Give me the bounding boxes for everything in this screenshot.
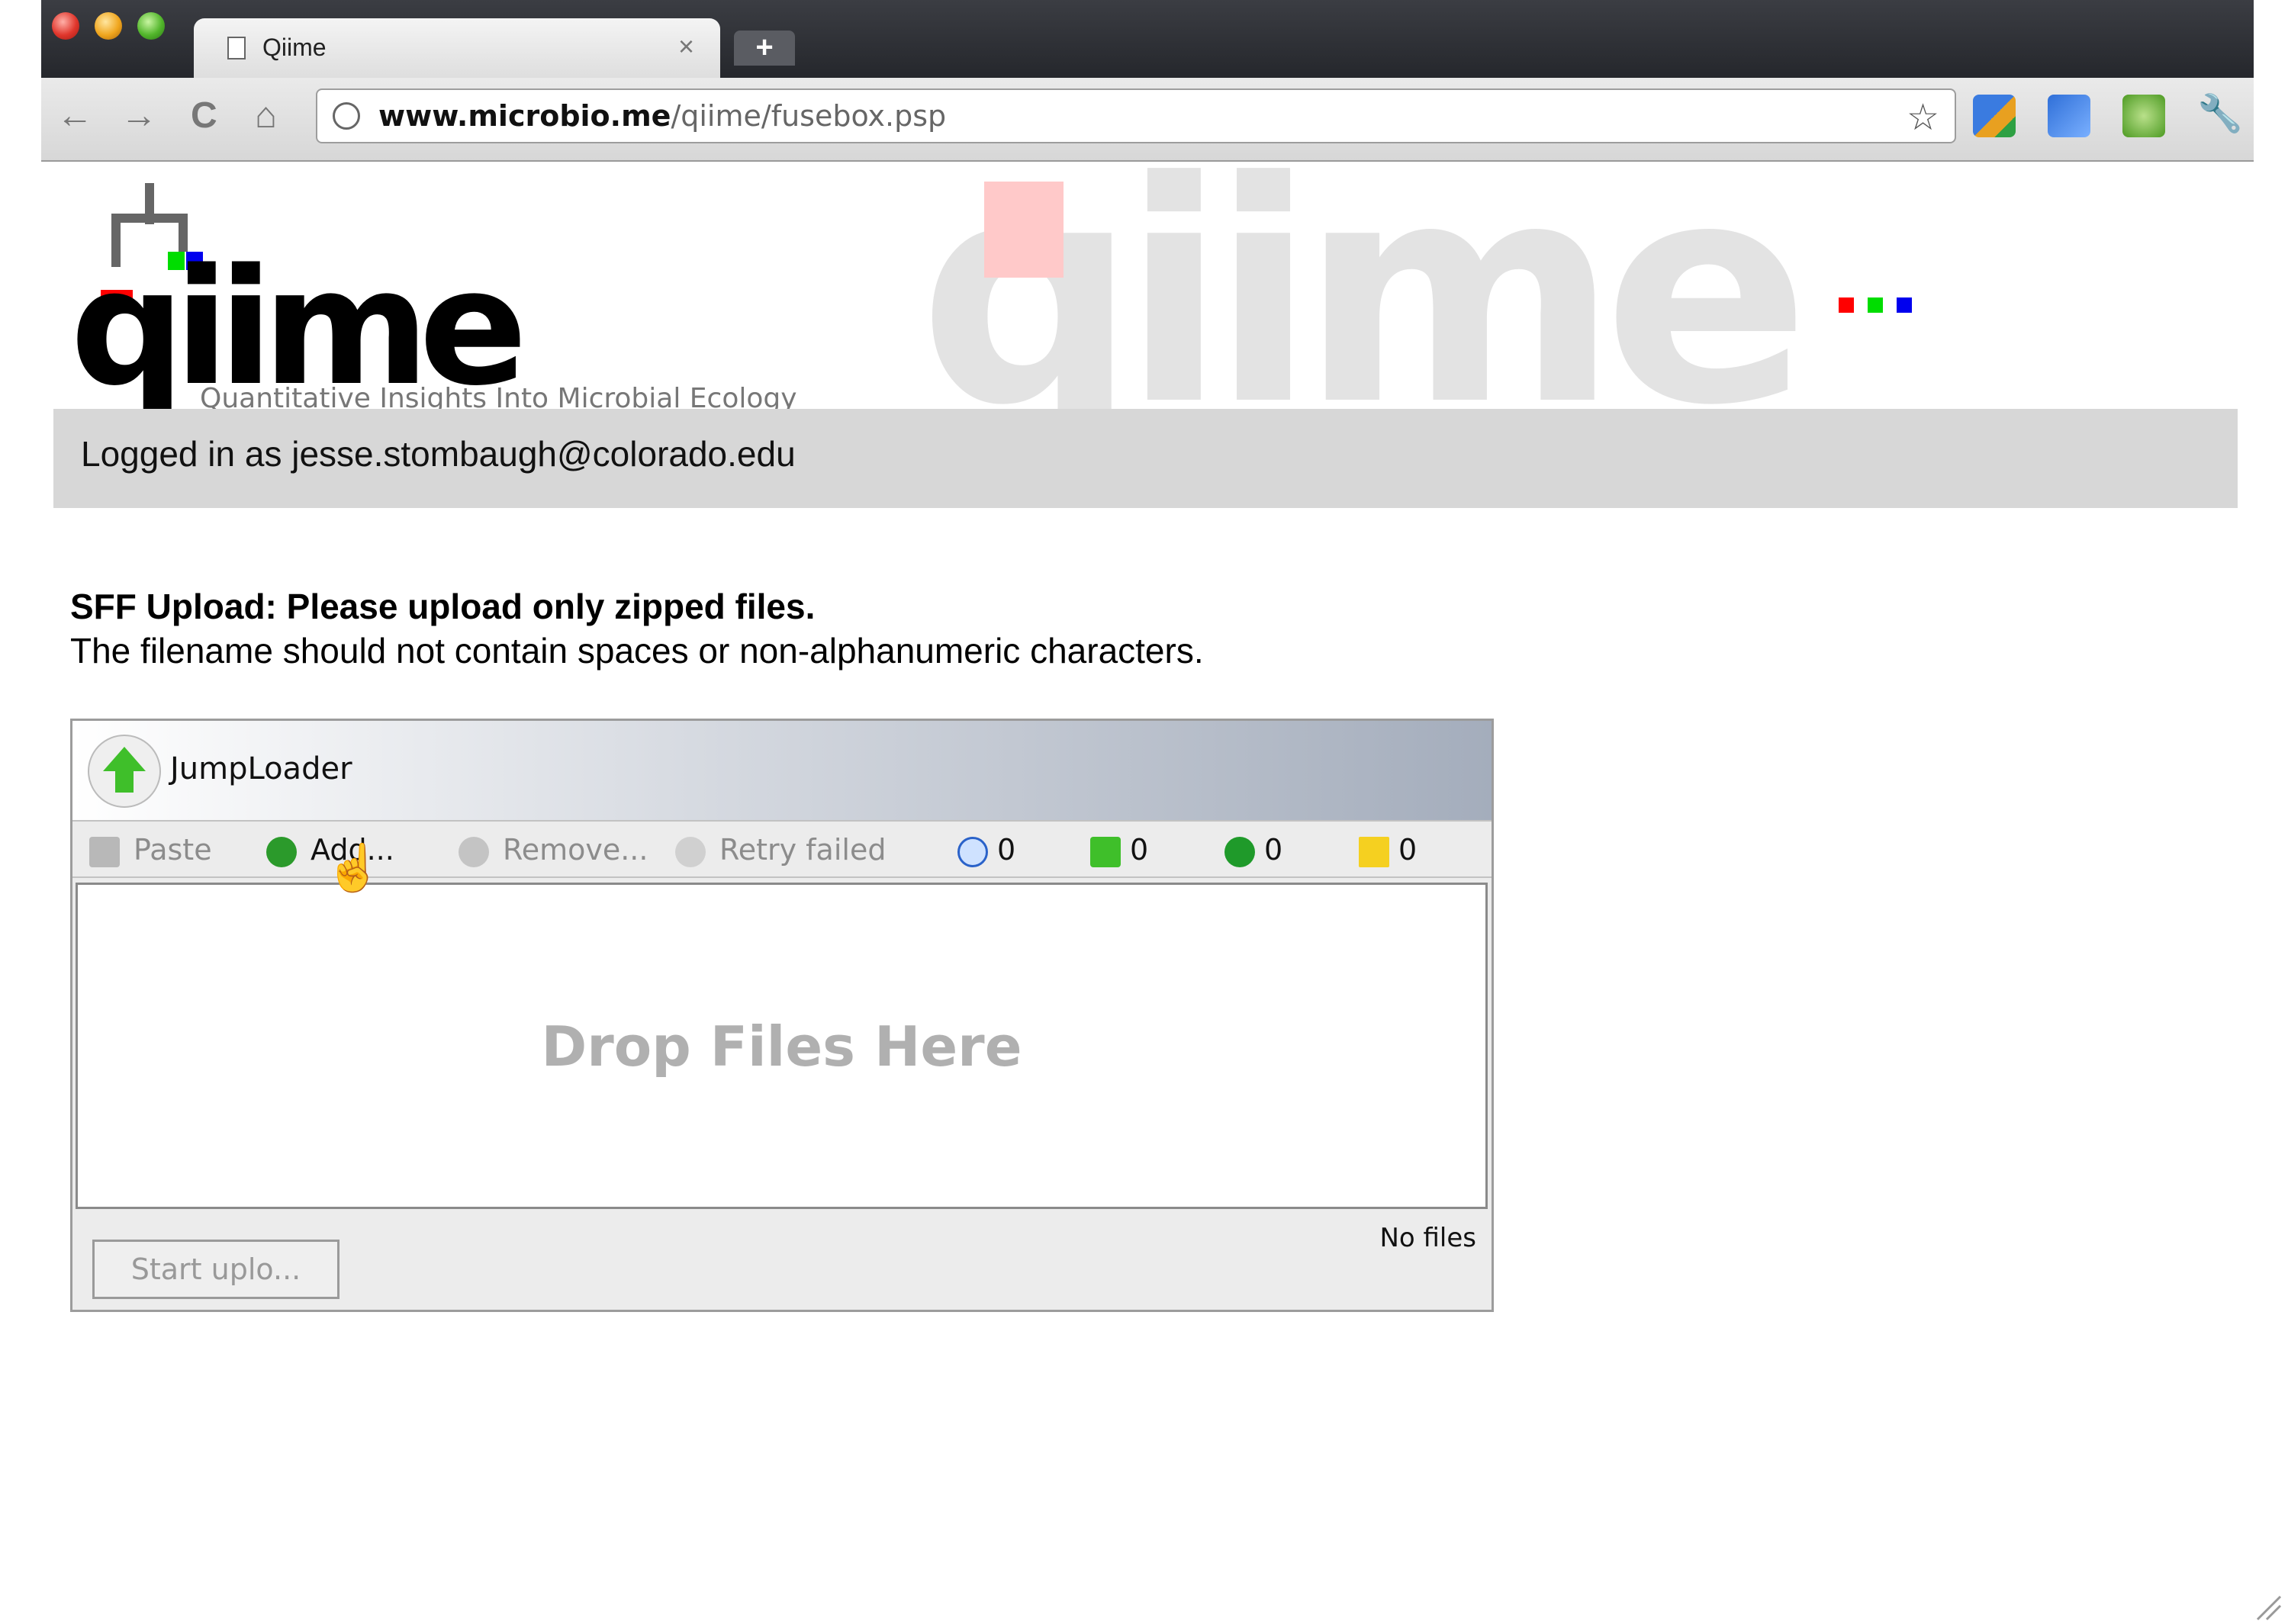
url-host: www.microbio.me xyxy=(378,99,671,133)
watermark-accent-pink xyxy=(984,182,1064,278)
upload-note: The filename should not contain spaces o… xyxy=(70,631,1204,671)
jumploader-toolbar: Paste Add... Remove... Retry failed 0 0 xyxy=(72,820,1492,878)
google-extension-icon[interactable] xyxy=(1973,95,2016,137)
zoom-window-button[interactable] xyxy=(137,12,165,40)
globe-icon xyxy=(333,102,360,130)
file-status: No files xyxy=(1379,1223,1476,1253)
paste-label: Paste xyxy=(134,833,212,867)
tab-qiime[interactable]: Qiime × xyxy=(194,18,720,78)
reload-icon[interactable]: C xyxy=(191,98,217,134)
jumploader-logo-icon xyxy=(88,735,161,808)
hand-cursor-icon: ☝ xyxy=(325,842,382,893)
paste-button[interactable]: Paste xyxy=(89,831,212,869)
pending-counter: 0 xyxy=(957,831,1015,869)
failed-counter: 0 xyxy=(1359,831,1417,869)
accent-square-blue xyxy=(1897,297,1912,313)
title-bar: Qiime × + xyxy=(41,0,2254,78)
logo-tree-branch xyxy=(111,214,188,223)
retry-icon xyxy=(675,836,706,867)
remove-label: Remove... xyxy=(503,833,648,867)
document-icon xyxy=(227,37,246,59)
url-path: /qiime/fusebox.psp xyxy=(671,99,947,133)
qiime-logo: qiime Quantitative Insights Into Microbi… xyxy=(70,183,833,421)
login-bar: Logged in as jesse.stombaugh@colorado.ed… xyxy=(53,409,2238,508)
home-icon[interactable]: ⌂ xyxy=(255,98,277,134)
new-tab-button[interactable]: + xyxy=(734,31,795,66)
drop-zone[interactable]: Drop Files Here xyxy=(76,883,1488,1209)
page-content: qiime qiime Quantitative Insights Into M… xyxy=(41,143,2254,1624)
retry-failed-button[interactable]: Retry failed xyxy=(675,831,886,869)
url-text: www.microbio.me/qiime/fusebox.psp xyxy=(378,99,946,133)
resize-grip-icon[interactable] xyxy=(2251,1590,2282,1621)
check-circle-icon xyxy=(1224,836,1255,867)
uploading-count: 0 xyxy=(1130,833,1149,867)
pending-count: 0 xyxy=(997,833,1016,867)
windows-extension-icon[interactable] xyxy=(2048,95,2090,137)
logged-in-text: Logged in as jesse.stombaugh@colorado.ed… xyxy=(81,434,796,474)
upload-heading: SFF Upload: Please upload only zipped fi… xyxy=(70,587,816,626)
uploading-counter: 0 xyxy=(1090,831,1148,869)
warning-icon xyxy=(1359,836,1389,867)
jumploader-applet: JumpLoader Paste Add... Remove... Retry … xyxy=(70,719,1494,1312)
bookmark-star-icon[interactable]: ☆ xyxy=(1907,96,1939,139)
upload-arrow-head xyxy=(103,747,146,771)
browser-window: Qiime × + ← → C ⌂ www.microbio.me/qiime/… xyxy=(41,0,2254,1624)
logo-wordmark: qiime xyxy=(70,234,528,421)
accent-square-green xyxy=(1868,297,1883,313)
close-window-button[interactable] xyxy=(52,12,79,40)
add-circle-icon xyxy=(266,836,297,867)
jumploader-header: JumpLoader xyxy=(72,721,1492,820)
clock-icon xyxy=(957,836,988,867)
done-counter: 0 xyxy=(1224,831,1282,869)
up-arrow-icon xyxy=(1090,836,1121,867)
clipboard-icon xyxy=(89,836,120,867)
jumploader-title: JumpLoader xyxy=(170,751,352,786)
drop-files-text: Drop Files Here xyxy=(541,1015,1022,1079)
upload-arrow-stem xyxy=(115,770,134,793)
forward-icon[interactable]: → xyxy=(121,98,157,134)
tab-close-icon[interactable]: × xyxy=(678,31,694,63)
remove-circle-icon xyxy=(459,836,489,867)
check-extension-icon[interactable] xyxy=(2122,95,2165,137)
back-icon[interactable]: ← xyxy=(56,98,93,134)
failed-count: 0 xyxy=(1398,833,1418,867)
start-upload-button[interactable]: Start uplo... xyxy=(92,1240,339,1299)
minimize-window-button[interactable] xyxy=(95,12,122,40)
wrench-icon[interactable]: 🔧 xyxy=(2197,96,2243,133)
retry-label: Retry failed xyxy=(719,833,887,867)
tab-title: Qiime xyxy=(262,34,327,61)
done-count: 0 xyxy=(1264,833,1283,867)
accent-square-red xyxy=(1839,297,1854,313)
remove-button[interactable]: Remove... xyxy=(459,831,648,869)
